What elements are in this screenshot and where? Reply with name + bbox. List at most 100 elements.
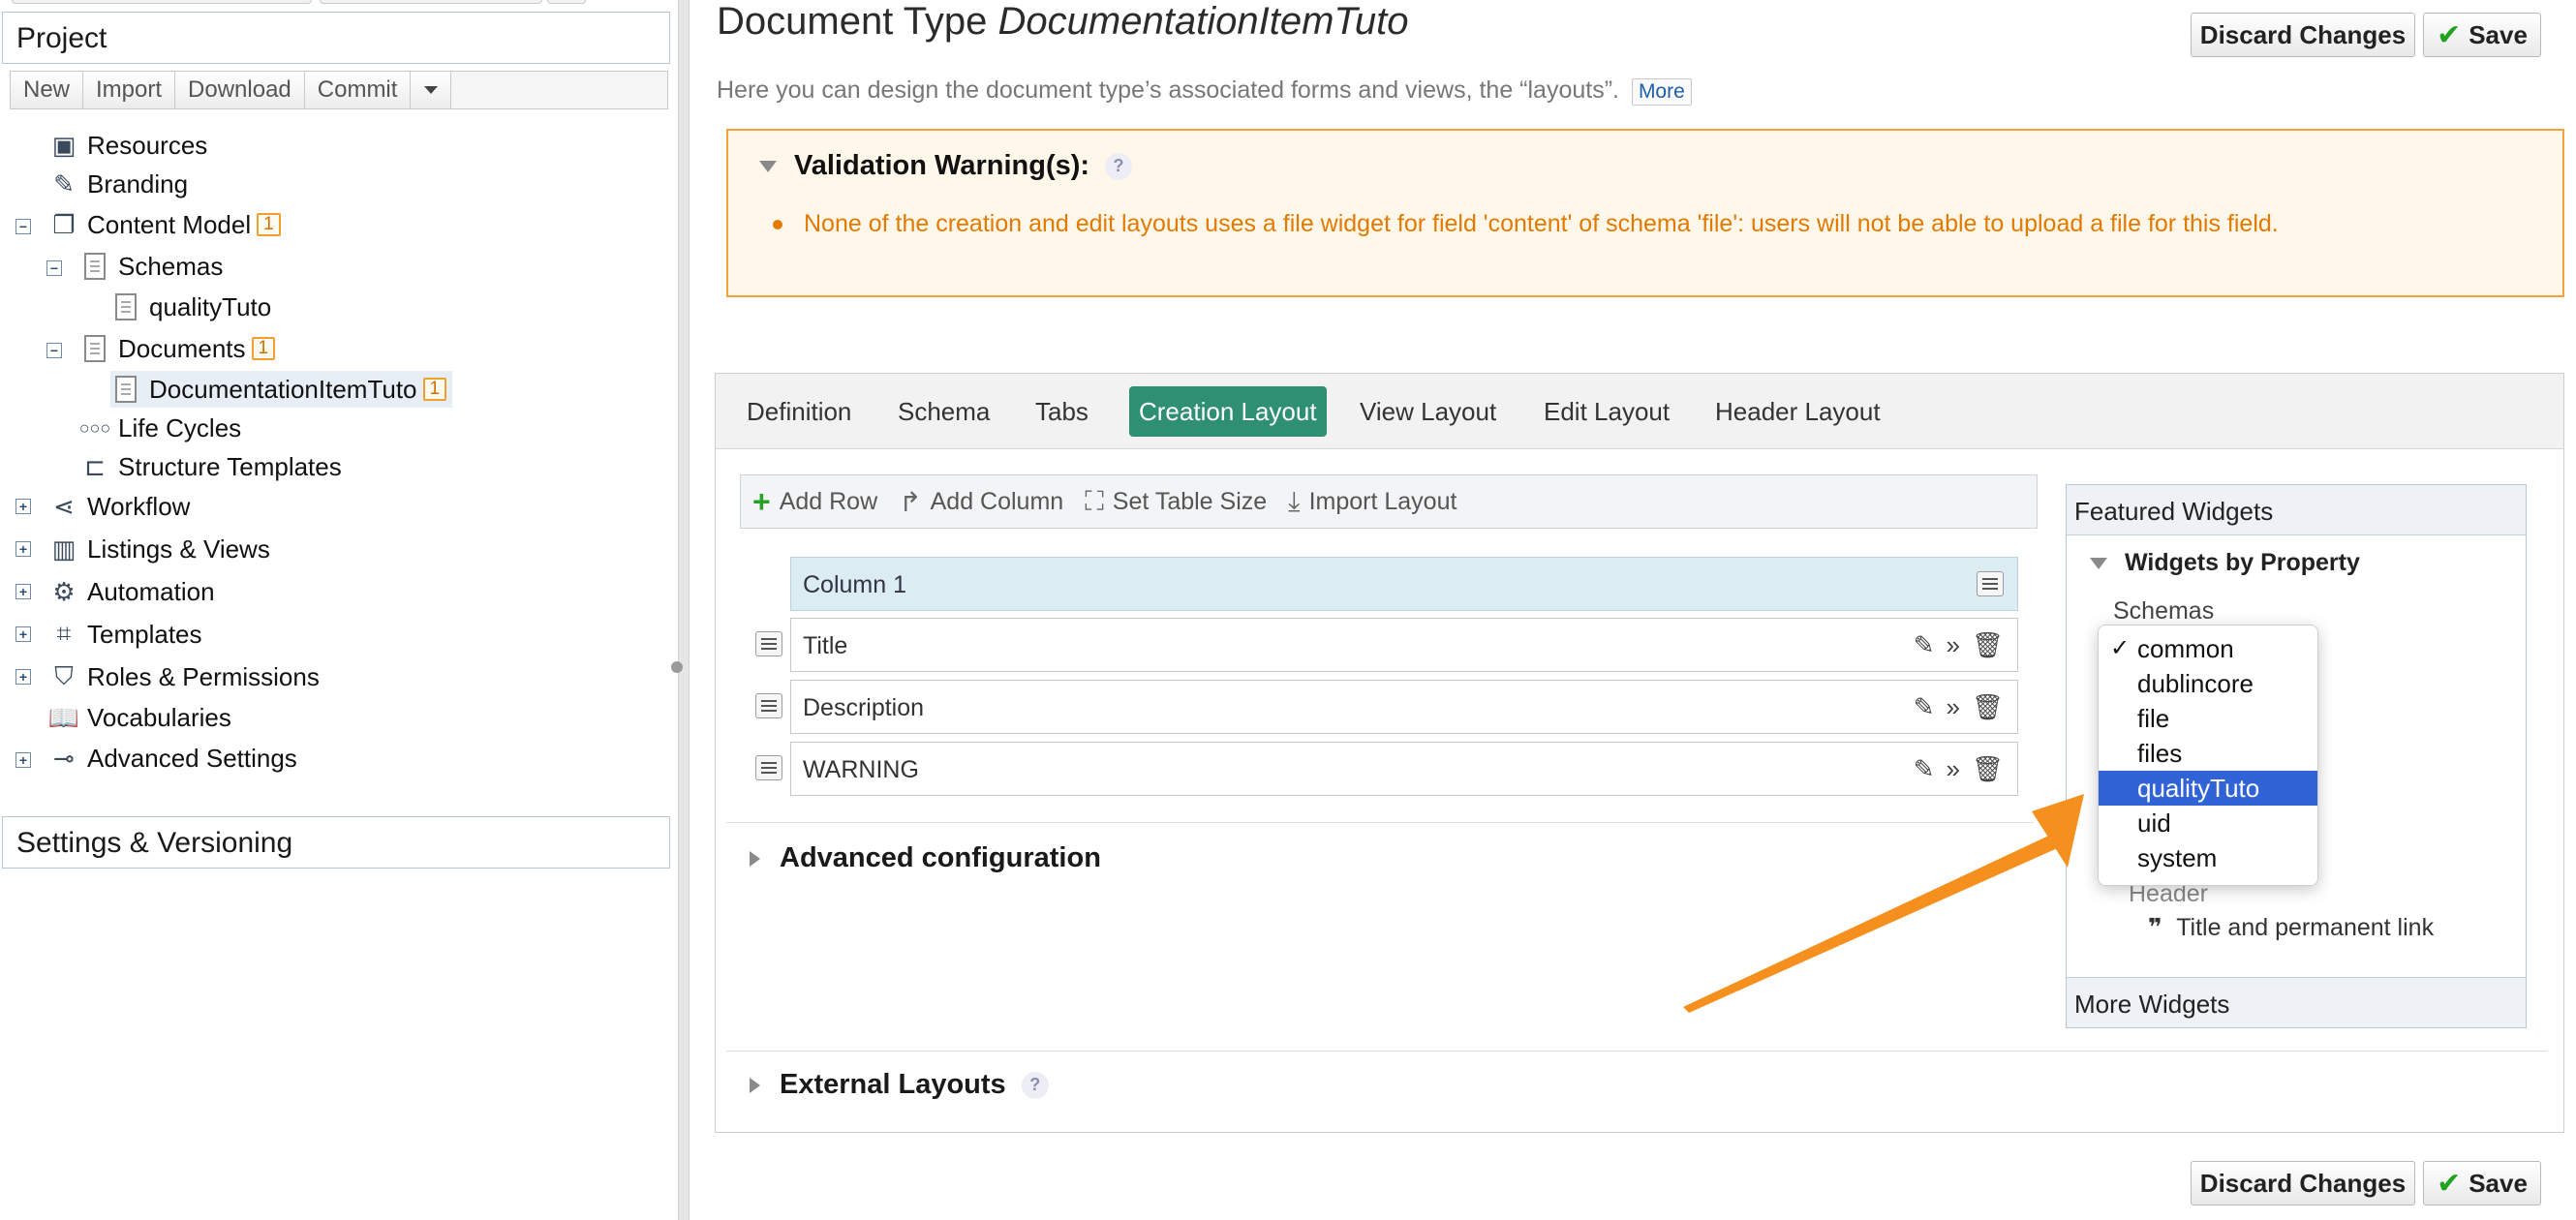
column-menu-icon[interactable] [1977,571,2004,596]
tree-item-templates[interactable]: ⌗ Templates [48,616,202,653]
edit-pencil-icon[interactable]: ✎ [1914,692,1935,722]
tree-item-documents[interactable]: Documents 1 [79,330,276,367]
tab-definition[interactable]: Definition [737,386,861,437]
tree-item-branding[interactable]: ✎ Branding [48,166,188,202]
new-button[interactable]: New [11,72,84,108]
import-button[interactable]: Import [83,72,176,108]
column-header[interactable]: Column 1 [790,557,2018,611]
add-row-button[interactable]: + Add Row [752,484,877,520]
trash-icon[interactable]: 🗑 [1972,630,2004,660]
expand-roles[interactable]: + [15,669,31,685]
save-button-top[interactable]: ✔ Save [2423,13,2541,57]
tree-item-label: Content Model [87,209,252,239]
tab-creation-layout[interactable]: Creation Layout [1129,386,1327,437]
documents-icon [79,333,110,364]
tree-item-structure-templates[interactable]: ⊏ Structure Templates [79,448,342,485]
resources-icon: ▣ [51,130,77,160]
toolbar-more-dropdown[interactable] [411,72,452,108]
expand-listings[interactable]: + [15,541,31,557]
add-column-button[interactable]: ↱ Add Column [899,486,1063,518]
tree-item-workflow[interactable]: ⋖ Workflow [48,488,190,525]
tree-item-advanced-settings[interactable]: ⊸ Advanced Settings [48,740,297,777]
top-stub-1[interactable] [12,0,312,4]
schemas-label: Schemas [2113,597,2215,625]
tree-item-schemas[interactable]: Schemas [79,248,223,285]
expand-automation[interactable]: + [15,584,31,599]
layout-row[interactable]: Title ✎ » 🗑 [790,618,2018,672]
expand-workflow[interactable]: + [15,499,31,514]
splitter-handle[interactable] [671,661,683,673]
page-title: Document Type DocumentationItemTuto [717,0,1409,43]
validation-title[interactable]: Validation Warning(s): ? [759,150,1133,182]
download-button[interactable]: Download [175,72,305,108]
collapse-documents[interactable]: − [46,343,62,358]
expand-templates[interactable]: + [15,626,31,642]
move-arrows-icon[interactable]: » [1947,754,1960,784]
tab-edit-layout[interactable]: Edit Layout [1534,386,1679,437]
tabs-bar: Definition Schema Tabs Creation Layout V… [716,374,2563,449]
edit-pencil-icon[interactable]: ✎ [1914,630,1935,660]
add-column-icon: ↱ [899,486,922,517]
tree-item-vocabularies[interactable]: 📖 Vocabularies [48,699,231,736]
trash-icon[interactable]: 🗑 [1972,692,2004,722]
tab-tabs[interactable]: Tabs [1026,386,1098,437]
collapse-triangle-icon[interactable] [759,160,777,172]
external-layouts-toggle[interactable]: External Layouts ? [750,1069,1049,1101]
dropdown-option[interactable]: file [2099,701,2317,736]
tree-item-roles-permissions[interactable]: ⛉ Roles & Permissions [48,658,320,695]
discard-changes-button-top[interactable]: Discard Changes [2191,13,2415,57]
discard-changes-button-bottom[interactable]: Discard Changes [2191,1161,2415,1205]
advanced-configuration-toggle[interactable]: Advanced configuration [750,842,1101,874]
move-arrows-icon[interactable]: » [1947,692,1960,722]
move-arrows-icon[interactable]: » [1947,630,1960,660]
tree-item-resources[interactable]: ▣ Resources [48,127,208,164]
dropdown-option[interactable]: uid [2099,806,2317,840]
roles-icon: ⛉ [54,661,74,690]
settings-versioning-header[interactable]: Settings & Versioning [2,816,670,869]
more-link[interactable]: More [1631,78,1692,106]
panel-splitter[interactable] [678,0,690,1220]
tree-item-qualitytuto[interactable]: qualityTuto [110,289,271,325]
dropdown-option[interactable]: system [2099,840,2317,875]
expand-advanced-settings[interactable]: + [15,752,31,768]
tab-schema[interactable]: Schema [888,386,999,437]
layout-row[interactable]: WARNING ✎ » 🗑 [790,742,2018,796]
tree-item-documentationitemtuto[interactable]: DocumentationItemTuto 1 [110,371,453,408]
widgets-by-property-toggle[interactable]: Widgets by Property [2090,549,2360,577]
import-layout-button[interactable]: ⤓ Import Layout [1288,486,1457,518]
top-stub-2[interactable] [320,0,542,4]
dropdown-option[interactable]: dublincore [2099,666,2317,701]
page-subtitle: Here you can design the document type’s … [717,76,1692,106]
tree-item-label: DocumentationItemTuto [149,374,417,404]
resize-icon: ⛶ [1085,485,1104,516]
more-widgets-header[interactable]: More Widgets [2067,977,2526,1027]
featured-widgets-header[interactable]: Featured Widgets [2067,485,2526,535]
top-stub-3[interactable] [547,0,586,4]
trash-icon[interactable]: 🗑 [1972,754,2004,784]
collapse-content-model[interactable]: − [15,219,31,234]
help-icon[interactable]: ? [1021,1071,1049,1099]
row-handle-icon[interactable] [755,631,782,656]
row-handle-icon[interactable] [755,755,782,780]
tab-view-layout[interactable]: View Layout [1350,386,1506,437]
set-table-size-button[interactable]: ⛶ Set Table Size [1085,486,1267,518]
edit-pencil-icon[interactable]: ✎ [1914,754,1935,784]
save-button-bottom[interactable]: ✔ Save [2423,1161,2541,1205]
plus-icon: + [752,483,771,519]
help-icon[interactable]: ? [1105,152,1133,180]
tree-item-life-cycles[interactable]: ○○○ Life Cycles [79,410,241,446]
commit-button[interactable]: Commit [304,72,412,108]
title-permalink-widget[interactable]: ❞ Title and permanent link [2148,913,2434,942]
collapse-schemas[interactable]: − [46,260,62,276]
tree-item-automation[interactable]: ⚙ Automation [48,573,214,610]
tree-item-content-model[interactable]: ❐ Content Model 1 [48,206,281,243]
row-handle-icon[interactable] [755,693,782,718]
tree-item-label: Documents [118,333,246,363]
tree-item-listings-views[interactable]: ▥ Listings & Views [48,531,270,567]
dropdown-option-highlighted[interactable]: qualityTuto [2099,771,2317,806]
project-section-header[interactable]: Project [2,12,670,64]
tab-header-layout[interactable]: Header Layout [1705,386,1890,437]
dropdown-option[interactable]: files [2099,736,2317,771]
layout-row[interactable]: Description ✎ » 🗑 [790,680,2018,734]
dropdown-option[interactable]: ✓ common [2099,631,2317,666]
